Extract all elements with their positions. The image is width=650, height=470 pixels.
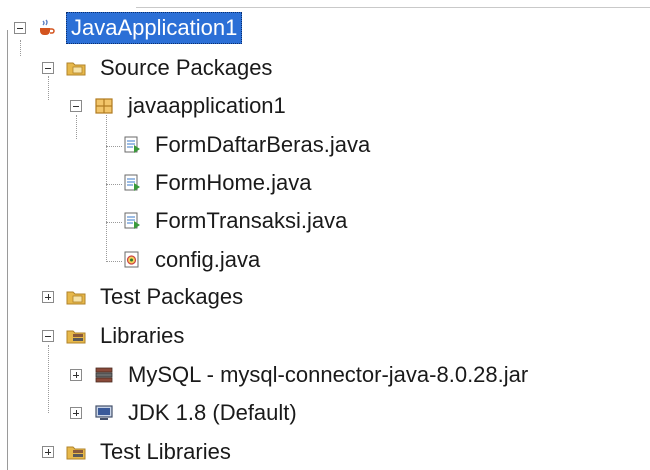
library-label[interactable]: MySQL - mysql-connector-java-8.0.28.jar [124, 360, 532, 390]
java-form-icon [124, 212, 140, 229]
file-label[interactable]: config.java [151, 245, 264, 275]
source-packages-label[interactable]: Source Packages [96, 53, 276, 83]
tree-connector [20, 40, 21, 56]
libraries-collapse-toggle[interactable] [42, 330, 54, 342]
tree-item-library[interactable]: JDK 1.8 (Default) [124, 396, 301, 430]
tree-item-package[interactable]: javaapplication1 [124, 89, 290, 123]
libraries-label[interactable]: Libraries [96, 321, 188, 351]
package-collapse-toggle[interactable] [70, 100, 82, 112]
library-folder-icon [66, 330, 86, 344]
java-cup-project-icon [40, 19, 55, 35]
test-folder-icon [66, 291, 86, 305]
tree-item-file[interactable]: FormTransaksi.java [151, 204, 351, 238]
projects-panel: JavaApplication1 Source Packages javaapp… [0, 0, 650, 470]
test-libraries-label[interactable]: Test Libraries [96, 437, 235, 467]
test-packages-label[interactable]: Test Packages [96, 282, 247, 312]
tree-item-project[interactable]: JavaApplication1 [66, 11, 243, 45]
tree-connector [48, 345, 49, 413]
tree-item-test-packages[interactable]: Test Packages [96, 280, 247, 314]
library-label[interactable]: JDK 1.8 (Default) [124, 398, 301, 428]
library-folder-icon [66, 446, 86, 460]
tree-connector [76, 115, 77, 139]
package-icon [95, 98, 113, 114]
test-libraries-expand-toggle[interactable] [42, 446, 54, 458]
project-tree: JavaApplication1 Source Packages javaapp… [0, 0, 650, 470]
source-folder-icon [66, 62, 86, 76]
project-label[interactable]: JavaApplication1 [66, 12, 243, 44]
java-class-icon [124, 251, 139, 268]
tree-item-file[interactable]: FormHome.java [151, 166, 315, 200]
file-label[interactable]: FormDaftarBeras.java [151, 130, 374, 160]
jdk-platform-icon [95, 405, 113, 420]
tree-connector [106, 184, 122, 185]
package-label[interactable]: javaapplication1 [124, 91, 290, 121]
tree-connector [106, 115, 107, 262]
tree-item-library[interactable]: MySQL - mysql-connector-java-8.0.28.jar [124, 358, 532, 392]
tree-item-file[interactable]: config.java [151, 243, 264, 277]
file-label[interactable]: FormHome.java [151, 168, 315, 198]
java-form-icon [124, 136, 140, 153]
source-packages-collapse-toggle[interactable] [42, 62, 54, 74]
mysql-jar-expand-toggle[interactable] [70, 369, 82, 381]
file-label[interactable]: FormTransaksi.java [151, 206, 351, 236]
jar-library-icon [95, 367, 113, 383]
tree-connector [48, 76, 49, 100]
tree-item-libraries[interactable]: Libraries [96, 319, 188, 353]
tree-connector [106, 146, 122, 147]
project-collapse-toggle[interactable] [14, 22, 26, 34]
tree-connector [106, 261, 122, 262]
tree-connector [106, 222, 122, 223]
jdk-expand-toggle[interactable] [70, 407, 82, 419]
tree-item-file[interactable]: FormDaftarBeras.java [151, 128, 374, 162]
java-form-icon [124, 174, 140, 191]
test-packages-expand-toggle[interactable] [42, 291, 54, 303]
tree-item-test-libraries[interactable]: Test Libraries [96, 435, 235, 469]
tree-item-source-packages[interactable]: Source Packages [96, 51, 276, 85]
